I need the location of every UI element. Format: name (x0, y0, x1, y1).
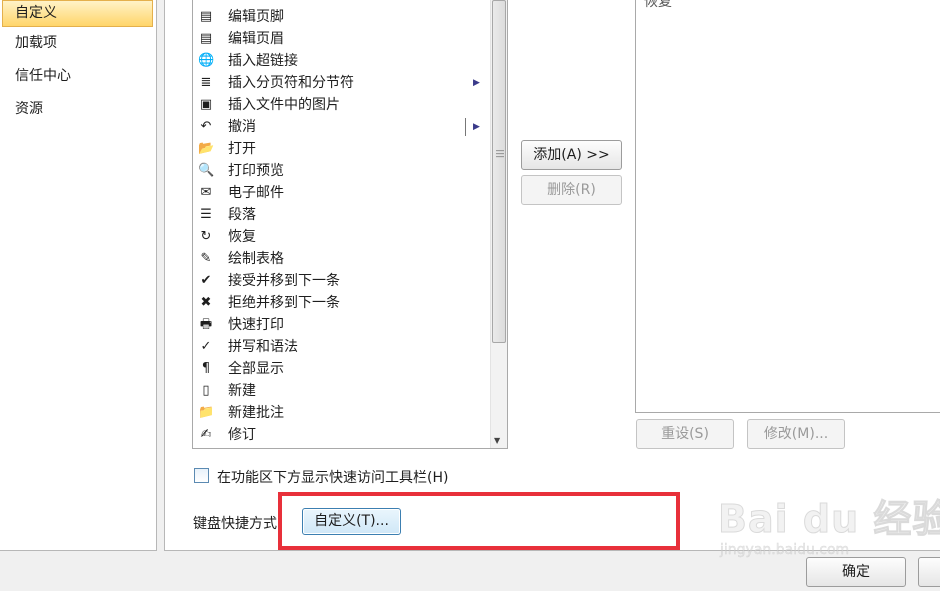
list-item[interactable]: ✔ 接受并移到下一条 (193, 270, 483, 292)
list-item[interactable]: ↻ 恢复 (193, 226, 483, 248)
new-document-icon: ▯ (202, 383, 210, 398)
list-item-label: 新建批注 (228, 405, 284, 421)
list-item-label: 编辑页脚 (228, 9, 284, 25)
list-item-label: 编辑页眉 (228, 31, 284, 47)
email-icon: ✉ (200, 185, 212, 200)
split-divider (465, 118, 466, 136)
list-item-label: 插入超链接 (228, 53, 298, 69)
track-changes-icon: ✍ (200, 427, 212, 442)
scroll-down-arrow-icon[interactable]: ▼ (494, 436, 500, 445)
list-item-label: 快速打印 (228, 317, 284, 333)
accept-change-icon: ✔ (200, 273, 212, 288)
list-item-label: 电子邮件 (228, 185, 284, 201)
submenu-arrow-icon[interactable]: ▶ (473, 116, 480, 138)
list-item-label: 绘制表格 (228, 251, 284, 267)
show-below-ribbon-checkbox[interactable] (194, 468, 209, 483)
modify-button[interactable]: 修改(M)... (747, 419, 845, 449)
list-item-label: 插入分页符和分节符 (228, 75, 354, 91)
add-button[interactable]: 添加(A) >> (521, 140, 622, 170)
spelling-icon: ✓ (200, 339, 212, 354)
left-nav: 自定义 加载项 信任中心 资源 (0, 0, 157, 551)
list-item[interactable]: ✎ 绘制表格 (193, 248, 483, 270)
redo-icon: ↻ (200, 229, 212, 244)
submenu-arrow-icon[interactable]: ▶ (473, 72, 480, 94)
keyboard-shortcuts-label: 键盘快捷方式: (193, 516, 282, 532)
undo-icon: ↶ (200, 119, 212, 134)
remove-button[interactable]: 删除(R) (521, 175, 622, 205)
new-comment-icon: 📁 (198, 405, 215, 420)
show-below-ribbon-label: 在功能区下方显示快速访问工具栏(H) (217, 470, 449, 486)
list-item[interactable]: ✉ 电子邮件 (193, 182, 483, 204)
list-item[interactable]: ▣ 插入文件中的图片 (193, 94, 483, 116)
commands-scrollbar[interactable]: ― ― ― ▼ (490, 0, 507, 448)
page-break-icon: ≣ (200, 75, 212, 90)
list-item-label: 打印预览 (228, 163, 284, 179)
list-item[interactable]: 恢复 (644, 0, 672, 11)
list-item[interactable]: 📂 打开 (193, 138, 483, 160)
list-item[interactable]: ✍ 修订 (193, 424, 483, 446)
paragraph-icon: ☰ (200, 207, 212, 222)
quick-access-list[interactable]: 恢复 (635, 0, 940, 413)
list-item[interactable]: 📁 新建批注 (193, 402, 483, 424)
list-item-label: 拼写和语法 (228, 339, 298, 355)
list-item-label: 拒绝并移到下一条 (228, 295, 340, 311)
list-item[interactable]: 🖶 快速打印 (193, 314, 483, 336)
list-item[interactable]: 🌐 插入超链接 (193, 50, 483, 72)
cancel-button[interactable] (918, 557, 940, 587)
list-item[interactable]: ▯ 新建 (193, 380, 483, 402)
list-item-label: 新建 (228, 383, 256, 399)
red-highlight-box (278, 492, 680, 550)
draw-table-icon: ✎ (200, 251, 212, 266)
list-item[interactable]: ≣ 插入分页符和分节符 ▶ (193, 72, 483, 94)
nav-item-trust-center[interactable]: 信任中心 (0, 60, 156, 93)
list-item-label: 段落 (228, 207, 256, 223)
grip-icon: ― ― ― (496, 146, 504, 161)
list-item-label: 修订 (228, 427, 256, 443)
list-item-label: 打开 (228, 141, 256, 157)
list-item-label: 恢复 (228, 229, 256, 245)
folder-open-icon: 📂 (198, 141, 215, 156)
reset-button[interactable]: 重设(S) (636, 419, 734, 449)
nav-item-resources[interactable]: 资源 (0, 93, 156, 126)
list-item[interactable]: ↶ 撤消 ▶ (193, 116, 483, 138)
list-item-label: 撤消 (228, 119, 256, 135)
list-item-label: 接受并移到下一条 (228, 273, 340, 289)
show-all-icon: ¶ (201, 361, 211, 376)
list-item[interactable]: ▤ 编辑页脚 (193, 6, 483, 28)
list-item[interactable]: 🔍 打印预览 (193, 160, 483, 182)
commands-list[interactable]: ▤ 编辑页脚 ▤ 编辑页眉 🌐 插入超链接 ≣ 插入分页符和分节符 ▶ ▣ 插入文件中的图片 ↶ 撤消 ▶… (192, 0, 508, 449)
page-footer-icon: ▤ (199, 9, 213, 24)
list-item-label: 全部显示 (228, 361, 284, 377)
picture-icon: ▣ (199, 97, 213, 112)
print-preview-icon: 🔍 (198, 163, 215, 178)
list-item[interactable]: ¶ 全部显示 (193, 358, 483, 380)
list-item[interactable]: ✖ 拒绝并移到下一条 (193, 292, 483, 314)
nav-item-customize[interactable]: 自定义 (2, 0, 153, 27)
reject-change-icon: ✖ (200, 295, 212, 310)
list-item-label: 插入文件中的图片 (228, 97, 340, 113)
hyperlink-icon: 🌐 (198, 53, 215, 68)
list-item[interactable]: ✓ 拼写和语法 (193, 336, 483, 358)
scrollbar-thumb[interactable]: ― ― ― (492, 0, 506, 343)
page-header-icon: ▤ (199, 31, 213, 46)
list-item[interactable]: ▤ 编辑页眉 (193, 28, 483, 50)
nav-item-addins[interactable]: 加载项 (0, 27, 156, 60)
quick-print-icon: 🖶 (199, 317, 213, 332)
list-item[interactable]: ☰ 段落 (193, 204, 483, 226)
ok-button[interactable]: 确定 (806, 557, 906, 587)
